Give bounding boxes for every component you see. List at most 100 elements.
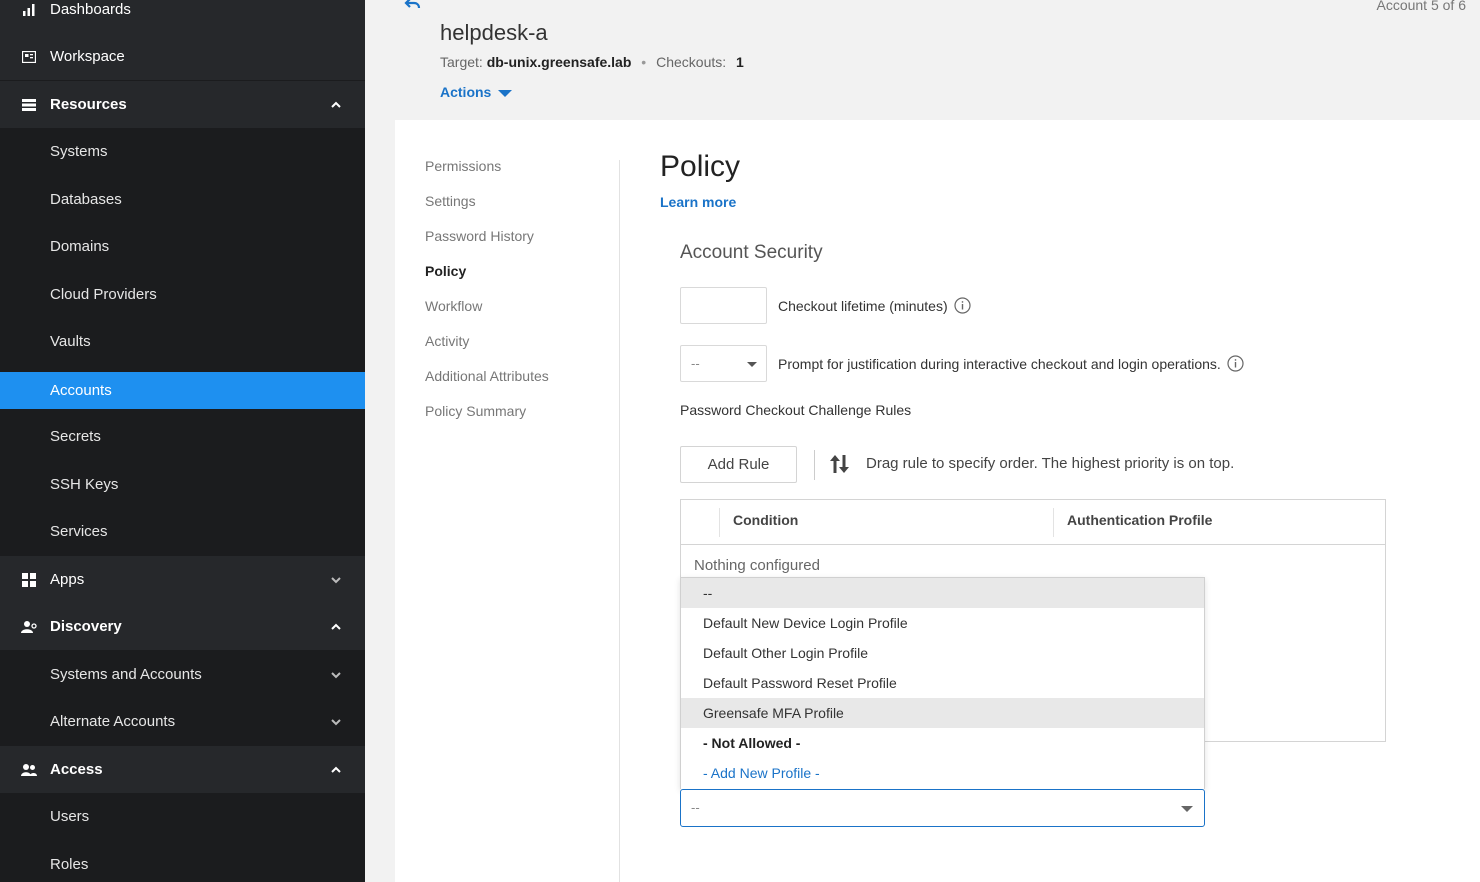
sidebar-item-apps[interactable]: Apps: [0, 556, 365, 603]
subnav-divider: [619, 160, 620, 882]
subnav-additional-attributes[interactable]: Additional Attributes: [425, 368, 549, 384]
challenge-rules-label: Password Checkout Challenge Rules: [680, 402, 912, 418]
add-rule-button[interactable]: Add Rule: [680, 446, 797, 483]
dropdown-option[interactable]: Default Password Reset Profile: [681, 668, 1204, 698]
info-icon[interactable]: [954, 297, 971, 314]
sidebar-item-access[interactable]: Access: [0, 746, 365, 793]
checkouts-label: Checkouts:: [656, 54, 727, 70]
sidebar-gutter: [365, 0, 395, 882]
empty-table-message: Nothing configured: [694, 557, 820, 574]
sidebar-item-systems[interactable]: Systems: [0, 128, 365, 175]
justification-select-value: --: [691, 356, 700, 371]
chevron-up-icon[interactable]: [329, 620, 343, 634]
chevron-up-icon[interactable]: [329, 98, 343, 112]
sidebar-item-accounts[interactable]: Accounts: [0, 372, 365, 409]
sidebar-item-label: Alternate Accounts: [50, 713, 176, 730]
sidebar-item-label: Discovery: [50, 618, 122, 635]
discovery-icon: [20, 618, 38, 636]
sidebar-item-users[interactable]: Users: [0, 793, 365, 840]
table-header: Condition Authentication Profile: [681, 500, 1385, 545]
subnav-workflow[interactable]: Workflow: [425, 298, 482, 314]
subnav-settings[interactable]: Settings: [425, 193, 476, 209]
dropdown-option[interactable]: Default New Device Login Profile: [681, 608, 1204, 638]
sidebar-item-discovery[interactable]: Discovery: [0, 603, 365, 650]
checkout-lifetime-field: Checkout lifetime (minutes): [778, 297, 971, 314]
page-title: helpdesk-a: [440, 20, 548, 45]
sidebar-item-domains[interactable]: Domains: [0, 223, 365, 270]
authentication-profile-select-value: --: [691, 800, 700, 815]
sidebar-item-label: Workspace: [50, 48, 125, 65]
sidebar-item-label: Systems and Accounts: [50, 666, 202, 683]
sidebar-item-workspace[interactable]: Workspace: [0, 33, 365, 80]
authentication-profile-select[interactable]: --: [680, 789, 1205, 827]
sidebar-item-ssh-keys[interactable]: SSH Keys: [0, 461, 365, 508]
section-title: Account Security: [680, 242, 823, 263]
sidebar-item-secrets[interactable]: Secrets: [0, 413, 365, 460]
chevron-down-icon[interactable]: [329, 573, 343, 587]
page-header: helpdesk-a Target: db-unix.greensafe.lab…: [395, 0, 1480, 120]
dropdown-option[interactable]: Default Other Login Profile: [681, 638, 1204, 668]
sidebar-item-vaults[interactable]: Vaults: [0, 318, 365, 365]
sidebar-item-services[interactable]: Services: [0, 508, 365, 555]
grid-icon: [20, 571, 38, 589]
target-label: Target:: [440, 54, 483, 70]
justification-label: Prompt for justification during interact…: [778, 355, 1221, 372]
dropdown-option[interactable]: --: [681, 578, 1204, 608]
sidebar-item-label: Systems: [50, 143, 108, 160]
info-icon[interactable]: [1227, 355, 1244, 372]
back-arrow-icon[interactable]: [404, 0, 422, 12]
sidebar-item-resources[interactable]: Resources: [0, 81, 365, 128]
subnav-activity[interactable]: Activity: [425, 333, 469, 349]
sidebar-item-label: Access: [50, 761, 103, 778]
subnav-policy-summary[interactable]: Policy Summary: [425, 403, 526, 419]
dropdown-option-add-new-profile[interactable]: - Add New Profile -: [681, 758, 1204, 788]
sidebar-item-cloud-providers[interactable]: Cloud Providers: [0, 271, 365, 318]
column-divider: [719, 508, 720, 537]
sidebar-item-label: Roles: [50, 856, 89, 873]
subnav-permissions[interactable]: Permissions: [425, 158, 501, 174]
dropdown-option-not-allowed[interactable]: - Not Allowed -: [681, 728, 1204, 758]
sidebar-item-label: Services: [50, 523, 108, 540]
profile-dropdown-menu: -- Default New Device Login Profile Defa…: [680, 577, 1205, 789]
sidebar-item-alternate-accounts[interactable]: Alternate Accounts: [0, 698, 365, 745]
checkouts-value: 1: [736, 54, 744, 70]
list-icon: [20, 96, 38, 114]
caret-down-icon: [1181, 806, 1193, 812]
learn-more-link[interactable]: Learn more: [660, 194, 736, 210]
workspace-icon: [20, 48, 38, 66]
chevron-up-icon[interactable]: [329, 763, 343, 777]
sidebar-item-label: Domains: [50, 238, 110, 255]
checkout-lifetime-label: Checkout lifetime (minutes): [778, 297, 948, 314]
sidebar-item-label: Vaults: [50, 333, 91, 350]
sidebar-item-label: Apps: [50, 571, 85, 588]
chevron-down-icon[interactable]: [329, 715, 343, 729]
sidebar-item-roles[interactable]: Roles: [0, 841, 365, 882]
column-header-condition[interactable]: Condition: [733, 512, 798, 528]
sidebar-item-systems-and-accounts[interactable]: Systems and Accounts: [0, 651, 365, 698]
subnav-password-history[interactable]: Password History: [425, 228, 534, 244]
dropdown-option[interactable]: Greensafe MFA Profile: [681, 698, 1204, 728]
column-divider: [1053, 508, 1054, 537]
checkout-lifetime-input[interactable]: [680, 287, 767, 324]
account-counter: Account 5 of 6: [1376, 0, 1466, 13]
sidebar-item-label: Resources: [50, 96, 127, 113]
subnav-policy[interactable]: Policy: [425, 263, 466, 279]
chevron-down-icon[interactable]: [329, 668, 343, 682]
caret-down-icon: [498, 89, 513, 97]
justification-field: Prompt for justification during interact…: [778, 355, 1244, 372]
sidebar-item-databases[interactable]: Databases: [0, 176, 365, 223]
sidebar-item-label: Dashboards: [50, 1, 131, 18]
caret-down-icon: [747, 362, 757, 367]
sidebar-item-label: Cloud Providers: [50, 286, 157, 303]
sidebar-item-dashboards[interactable]: Dashboards: [0, 0, 365, 33]
sidebar-item-label: SSH Keys: [50, 476, 119, 493]
actions-menu[interactable]: Actions: [440, 84, 513, 100]
column-header-authentication-profile[interactable]: Authentication Profile: [1067, 512, 1212, 528]
account-meta: Target: db-unix.greensafe.lab • Checkout…: [440, 54, 744, 70]
sidebar-item-label: Users: [50, 808, 90, 825]
sidebar-item-label: Secrets: [50, 428, 101, 445]
toolbar-divider: [814, 450, 815, 480]
target-value: db-unix.greensafe.lab: [486, 54, 632, 70]
sidebar-item-label: Databases: [50, 191, 122, 208]
justification-select[interactable]: --: [680, 345, 767, 382]
